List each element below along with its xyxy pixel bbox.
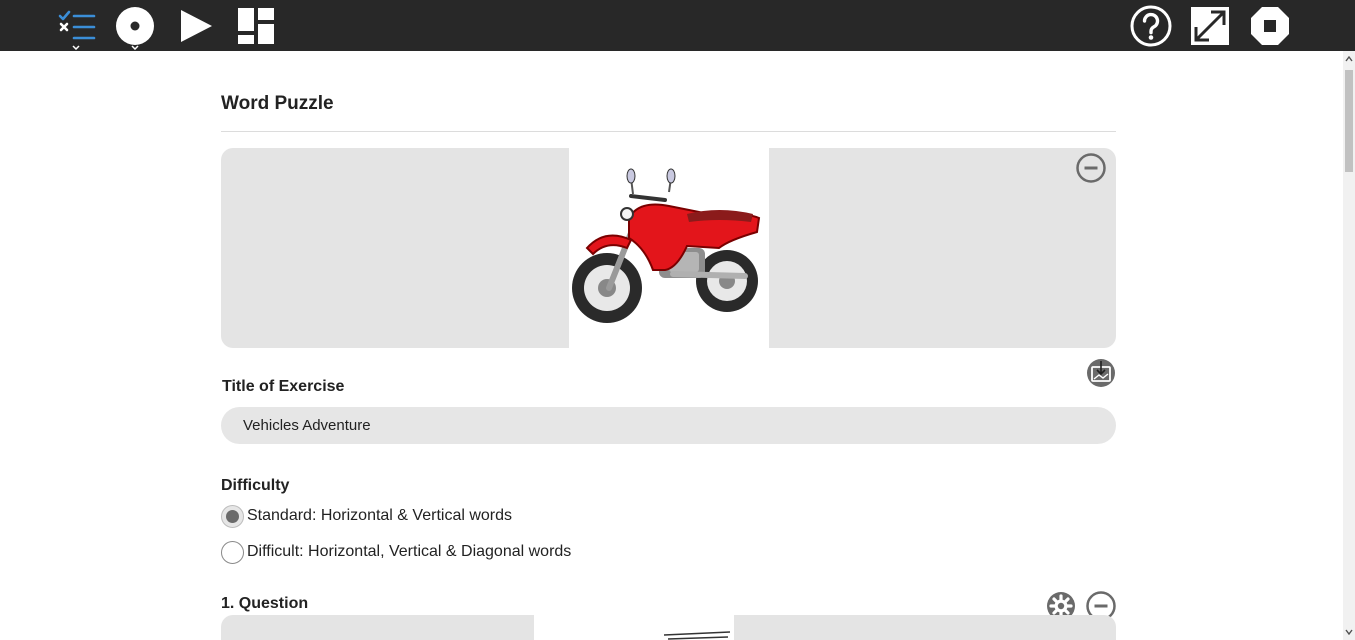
layout-button[interactable]	[236, 0, 276, 51]
radio-standard[interactable]	[221, 504, 244, 528]
chevron-down-icon	[131, 45, 139, 50]
cover-image-panel	[221, 148, 1116, 348]
insert-image-button[interactable]	[1086, 358, 1116, 388]
exercise-title-label: Title of Exercise	[222, 378, 345, 395]
remove-image-button[interactable]	[1076, 153, 1106, 183]
question-image-illustration	[663, 631, 731, 640]
chevron-down-icon	[72, 45, 80, 50]
record-icon	[116, 6, 154, 45]
radio-selected-dot	[226, 509, 239, 523]
scroll-down-arrow[interactable]	[1343, 626, 1355, 638]
cover-image[interactable]	[569, 148, 769, 348]
editor-viewport: Word Puzzle Title of Exercise Vehicles A…	[0, 51, 1343, 640]
question-image-panel	[221, 615, 1116, 640]
record-button[interactable]	[114, 0, 156, 51]
question-image[interactable]	[534, 615, 734, 640]
vertical-scrollbar[interactable]	[1343, 51, 1355, 640]
radio-standard-label: Standard: Horizontal & Vertical words	[247, 507, 513, 524]
exercise-title-input[interactable]	[221, 407, 1116, 444]
stop-button[interactable]	[1249, 0, 1291, 51]
title-divider	[221, 131, 1116, 132]
play-icon	[181, 9, 212, 42]
difficulty-option-difficult[interactable]: Difficult: Horizontal, Vertical & Diagon…	[221, 540, 571, 564]
difficulty-option-standard[interactable]: Standard: Horizontal & Vertical words	[221, 504, 512, 528]
top-toolbar	[0, 0, 1355, 51]
layout-grid-icon	[238, 7, 274, 44]
image-download-icon	[1087, 359, 1115, 387]
fullscreen-icon	[1191, 6, 1229, 45]
radio-difficult[interactable]	[221, 540, 244, 564]
tasks-list-icon	[58, 10, 96, 39]
play-button[interactable]	[176, 0, 216, 51]
difficulty-label: Difficulty	[221, 477, 290, 494]
question-1-label: 1. Question	[221, 595, 309, 612]
page-title: Word Puzzle	[221, 93, 334, 114]
scroll-up-arrow[interactable]	[1343, 53, 1355, 65]
stop-icon	[1251, 6, 1289, 45]
fullscreen-button[interactable]	[1190, 0, 1230, 51]
tasks-list-button[interactable]	[55, 0, 97, 51]
help-button[interactable]	[1130, 0, 1172, 51]
minus-circle-icon	[1076, 153, 1106, 183]
scroll-thumb[interactable]	[1345, 70, 1353, 172]
help-icon	[1130, 5, 1172, 46]
chevron-down-icon	[1345, 629, 1353, 635]
motorcycle-illustration	[572, 168, 761, 323]
radio-difficult-label: Difficult: Horizontal, Vertical & Diagon…	[247, 543, 572, 560]
chevron-up-icon	[1345, 56, 1353, 62]
